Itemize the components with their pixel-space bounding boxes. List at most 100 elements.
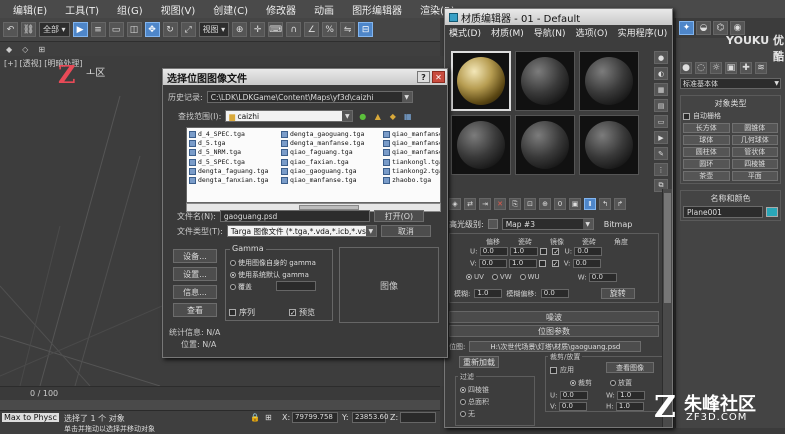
pick-icon[interactable]	[487, 219, 498, 229]
axis-gizmo-icon[interactable]: Z	[58, 60, 76, 89]
noise-rollout[interactable]: 噪波	[449, 311, 659, 323]
menu-group[interactable]: 组(G)	[108, 2, 152, 17]
pivot-icon[interactable]: ⊕	[232, 22, 248, 37]
lock-icon[interactable]: 🔒	[250, 413, 260, 422]
material-slot-5[interactable]	[515, 115, 575, 175]
gamma-override-field[interactable]	[276, 281, 316, 291]
list-item[interactable]: qiao_faxian.tga	[281, 158, 364, 167]
object-category-dropdown[interactable]: 标准基本体 ▼	[680, 78, 781, 89]
open-button[interactable]: 打开(O)	[373, 210, 424, 222]
up-folder-icon[interactable]: ▲	[372, 111, 383, 122]
x-coord-field[interactable]: 79799.758	[292, 412, 338, 423]
select-manipulate-icon[interactable]: ✛	[250, 22, 266, 37]
ribbon-icon-2[interactable]: ◇	[22, 45, 28, 54]
track-bar[interactable]	[0, 400, 440, 410]
cylinder-button[interactable]: 圆柱体	[683, 147, 730, 157]
v-angle-field[interactable]: 0.0	[572, 259, 601, 268]
dialog-titlebar[interactable]: 选择位图图像文件 ? ✕	[163, 69, 447, 85]
filetype-dropdown[interactable]: Targa 图像文件 (*.tga,*.vda,*.icb,*.vst) ▼	[226, 225, 377, 237]
close-button[interactable]: ✕	[432, 71, 445, 83]
apply-checkbox[interactable]: 应用	[550, 365, 574, 375]
autogrid-checkbox[interactable]: 自动栅格	[683, 111, 778, 121]
history-dropdown[interactable]: C:\LDK\LDKGame\Content\Maps\yf3d\caizhi ▼	[206, 91, 413, 103]
go-forward-icon[interactable]: ↱	[614, 198, 626, 210]
list-item[interactable]: dengta_fanxian.tga	[189, 176, 268, 185]
get-material-icon[interactable]: ◈	[449, 198, 461, 210]
select-by-material-icon[interactable]: ⋮	[654, 163, 668, 176]
select-by-name-icon[interactable]: ≡	[90, 22, 106, 37]
list-item[interactable]: dengta_manfanse.tga	[281, 139, 364, 148]
v-offset-field[interactable]: 0.0	[478, 259, 507, 268]
list-item[interactable]: d_5_SPEC.tga	[189, 158, 268, 167]
window-crossing-icon[interactable]: ◫	[126, 22, 142, 37]
make-unique-icon[interactable]: ⊡	[524, 198, 536, 210]
mat-menu-navigation[interactable]: 导航(N)	[534, 26, 566, 48]
list-item[interactable]: zhaobo.tga	[383, 176, 440, 185]
backlight-icon[interactable]: ◐	[654, 67, 668, 80]
cancel-button[interactable]: 取消	[380, 225, 431, 237]
percent-snap-icon[interactable]: %	[322, 22, 338, 37]
crop-h-field[interactable]: 1.0	[615, 402, 644, 411]
bitmap-parameters-rollout[interactable]: 位图参数	[449, 325, 659, 337]
material-slot-6[interactable]	[579, 115, 639, 175]
gamma-system-radio[interactable]: 使用系统默认 gamma	[230, 270, 309, 280]
material-id-icon[interactable]: 0	[554, 198, 566, 210]
cone-button[interactable]: 圆锥体	[731, 123, 778, 133]
lookin-dropdown[interactable]: ▆ caizhi ▼	[225, 110, 354, 122]
torus-button[interactable]: 圆环	[683, 159, 730, 169]
material-slot-1[interactable]	[451, 51, 511, 111]
v-mirror-checkbox[interactable]	[539, 260, 547, 267]
mirror-icon[interactable]: ⇋	[340, 22, 356, 37]
bitmap-path-button[interactable]: H:\次世代场景\灯塔\材质\gaoguang.psd	[469, 341, 642, 352]
z-coord-field[interactable]	[400, 412, 436, 423]
absolute-mode-icon[interactable]: ⊞	[265, 413, 272, 422]
filename-input[interactable]: gaoguang.psd	[219, 210, 370, 222]
assign-material-icon[interactable]: ⇥	[479, 198, 491, 210]
place-radio[interactable]: 放置	[610, 378, 632, 388]
shapes-icon[interactable]: ◌	[695, 62, 707, 74]
list-item[interactable]: qiao_manfanse	[383, 130, 440, 139]
sequence-checkbox[interactable]: 序列	[229, 307, 255, 318]
menu-views[interactable]: 视图(V)	[152, 2, 205, 17]
settings-button[interactable]: 设置...	[173, 267, 217, 281]
crop-radio[interactable]: 裁剪	[570, 378, 592, 388]
align-icon[interactable]: ⊟	[358, 22, 374, 37]
info-button[interactable]: 信息...	[173, 285, 217, 299]
list-item[interactable]: dengta_faguang.tga	[189, 167, 268, 176]
blur-field[interactable]: 1.0	[474, 289, 503, 298]
view-image-button[interactable]: 查看图像	[606, 362, 654, 373]
v-tiling-field[interactable]: 1.0	[509, 259, 538, 268]
plane-button[interactable]: 平面	[731, 171, 778, 181]
u-offset-field[interactable]: 0.0	[479, 247, 508, 256]
object-name-field[interactable]: Plane001	[683, 206, 763, 218]
move-icon[interactable]: ✥	[144, 22, 160, 37]
no-filter-radio[interactable]: 无	[460, 409, 475, 419]
reload-button[interactable]: 重新加载	[459, 356, 499, 368]
view-button[interactable]: 查看	[173, 303, 217, 317]
list-item[interactable]: qiao_faguang.tga	[281, 148, 364, 157]
list-item[interactable]: tiankong2.tga	[383, 167, 440, 176]
tube-button[interactable]: 管状体	[731, 147, 778, 157]
list-item[interactable]: dengta_gaoguang.tga	[281, 130, 364, 139]
list-item[interactable]: qiao_manfanse	[383, 148, 440, 157]
gamma-override-radio[interactable]: 覆盖	[230, 282, 252, 292]
list-item[interactable]: d_5_NRM.tga	[189, 148, 268, 157]
background-icon[interactable]: ▦	[654, 83, 668, 96]
show-map-icon[interactable]: ▣	[569, 198, 581, 210]
maxscript-listener[interactable]: Max to Physc	[2, 413, 59, 422]
material-slot-4[interactable]	[451, 115, 511, 175]
material-editor-titlebar[interactable]: 材质编辑器 - 01 - Default	[445, 9, 672, 25]
ribbon-icon[interactable]: ◆	[6, 45, 12, 54]
summed-area-radio[interactable]: 总面积	[460, 397, 489, 407]
mat-menu-mode[interactable]: 模式(D)	[449, 26, 481, 48]
back-icon[interactable]: ●	[357, 111, 368, 122]
list-item[interactable]: qiao_manfanse.tga	[281, 176, 364, 185]
object-color-swatch[interactable]	[766, 207, 778, 217]
material-options-icon[interactable]: ✎	[654, 147, 668, 160]
list-item[interactable]: d_5.tga	[189, 139, 268, 148]
material-slot-3[interactable]	[579, 51, 639, 111]
rect-select-icon[interactable]: ▭	[108, 22, 124, 37]
go-to-parent-icon[interactable]: ↰	[599, 198, 611, 210]
reset-map-icon[interactable]: ✕	[494, 198, 506, 210]
list-item[interactable]: d_4_SPEC.tga	[189, 130, 268, 139]
